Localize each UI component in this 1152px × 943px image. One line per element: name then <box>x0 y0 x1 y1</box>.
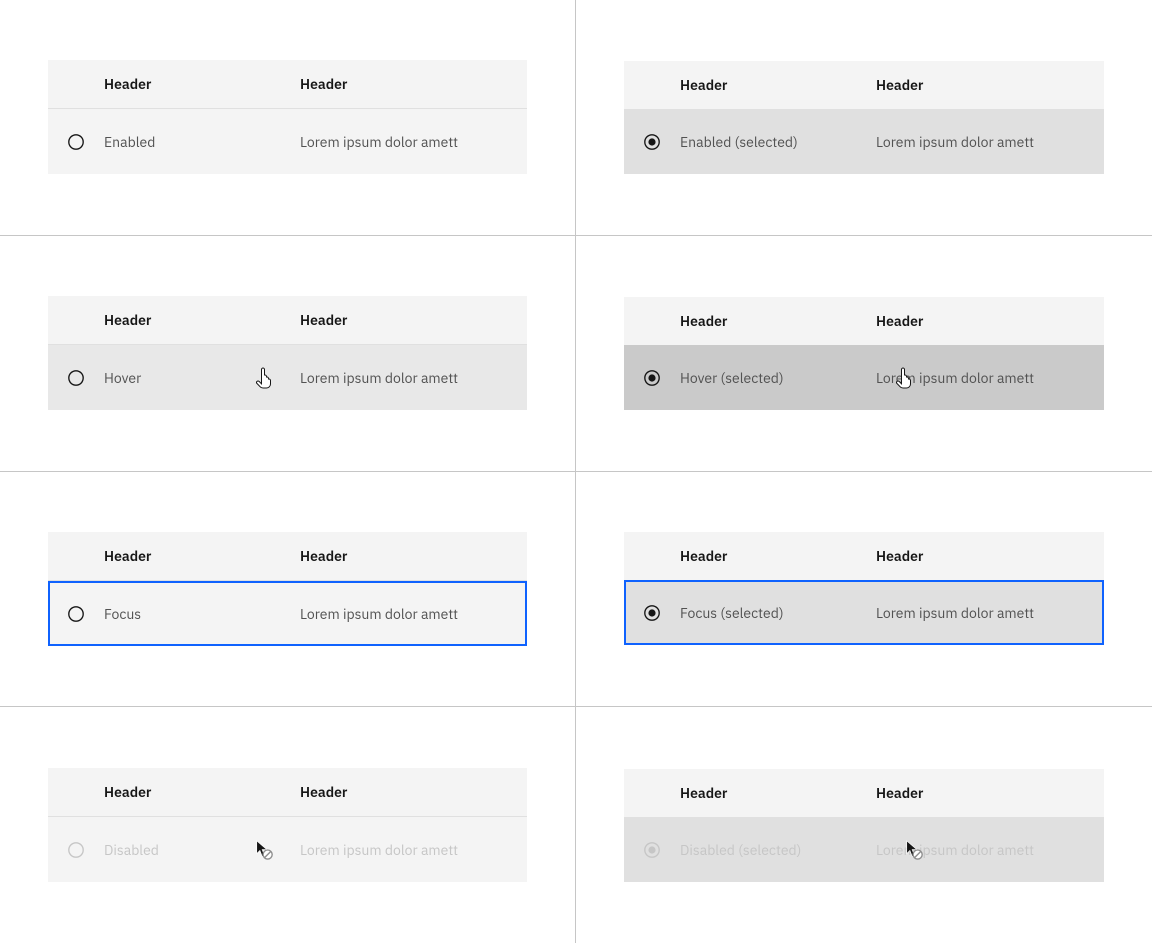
table-header: Header Header <box>624 532 1104 580</box>
table-row[interactable]: Hover (selected) Lorem ipsum dolor amett <box>624 345 1104 410</box>
radio-icon[interactable] <box>67 605 85 623</box>
data-table: Header Header Hover (selected) Lorem ips… <box>624 297 1104 410</box>
row-state: Disabled <box>104 841 300 859</box>
data-table: Header Header Focus (selected) Lorem ips… <box>624 532 1104 645</box>
table-header: Header Header <box>48 60 527 109</box>
table-header: Header Header <box>624 769 1104 817</box>
radio-selected-icon[interactable] <box>643 369 661 387</box>
table-row[interactable]: Enabled (selected) Lorem ipsum dolor ame… <box>624 109 1104 174</box>
header-col-1: Header <box>104 547 300 565</box>
row-state: Enabled (selected) <box>680 133 876 151</box>
data-table: Header Header Enabled (selected) Lorem i… <box>624 61 1104 174</box>
header-col-1: Header <box>680 312 876 330</box>
row-state: Disabled (selected) <box>680 841 876 859</box>
header-col-1: Header <box>104 783 300 801</box>
header-col-2: Header <box>876 76 1104 94</box>
radio-disabled-selected-icon <box>643 841 661 859</box>
radio-icon[interactable] <box>67 133 85 151</box>
table-header: Header Header <box>48 768 527 817</box>
row-content: Lorem ipsum dolor amett <box>876 841 1104 859</box>
cell-hover-selected: Header Header Hover (selected) Lorem ips… <box>576 236 1152 472</box>
row-state: Hover <box>104 369 300 387</box>
table-row[interactable]: Focus (selected) Lorem ipsum dolor amett <box>624 580 1104 645</box>
row-content: Lorem ipsum dolor amett <box>300 369 527 387</box>
row-state: Enabled <box>104 133 300 151</box>
data-table: Header Header Disabled Lorem ipsum dolor… <box>48 768 527 882</box>
cell-hover: Header Header Hover Lorem ipsum dolor am… <box>0 236 576 472</box>
header-col-1: Header <box>104 75 300 93</box>
cell-disabled: Header Header Disabled Lorem ipsum dolor… <box>0 707 576 943</box>
header-col-1: Header <box>680 76 876 94</box>
table-row[interactable]: Enabled Lorem ipsum dolor amett <box>48 109 527 174</box>
header-col-2: Header <box>300 547 527 565</box>
header-col-2: Header <box>876 547 1104 565</box>
cell-focus-selected: Header Header Focus (selected) Lorem ips… <box>576 472 1152 708</box>
cell-focus: Header Header Focus Lorem ipsum dolor am… <box>0 472 576 708</box>
header-col-2: Header <box>876 312 1104 330</box>
header-col-2: Header <box>300 783 527 801</box>
data-table: Header Header Hover Lorem ipsum dolor am… <box>48 296 527 410</box>
row-content: Lorem ipsum dolor amett <box>300 841 527 859</box>
table-header: Header Header <box>48 296 527 345</box>
header-col-1: Header <box>104 311 300 329</box>
data-table: Header Header Enabled Lorem ipsum dolor … <box>48 60 527 174</box>
table-row[interactable]: Focus Lorem ipsum dolor amett <box>48 581 527 646</box>
data-table: Header Header Disabled (selected) Lorem … <box>624 769 1104 882</box>
table-row[interactable]: Hover Lorem ipsum dolor amett <box>48 345 527 410</box>
radio-disabled-icon <box>67 841 85 859</box>
row-content: Lorem ipsum dolor amett <box>300 133 527 151</box>
header-col-2: Header <box>300 75 527 93</box>
radio-icon[interactable] <box>67 369 85 387</box>
table-row: Disabled Lorem ipsum dolor amett <box>48 817 527 882</box>
cell-enabled-selected: Header Header Enabled (selected) Lorem i… <box>576 0 1152 236</box>
table-header: Header Header <box>624 61 1104 109</box>
table-header: Header Header <box>624 297 1104 345</box>
row-state: Focus <box>104 605 300 623</box>
header-col-1: Header <box>680 547 876 565</box>
row-content: Lorem ipsum dolor amett <box>876 369 1104 387</box>
row-state: Focus (selected) <box>680 604 876 622</box>
row-content: Lorem ipsum dolor amett <box>876 604 1104 622</box>
row-content: Lorem ipsum dolor amett <box>876 133 1104 151</box>
header-col-1: Header <box>680 784 876 802</box>
header-col-2: Header <box>876 784 1104 802</box>
cell-enabled: Header Header Enabled Lorem ipsum dolor … <box>0 0 576 236</box>
table-header: Header Header <box>48 532 527 581</box>
cell-disabled-selected: Header Header Disabled (selected) Lorem … <box>576 707 1152 943</box>
radio-selected-icon[interactable] <box>643 133 661 151</box>
row-content: Lorem ipsum dolor amett <box>300 605 527 623</box>
data-table: Header Header Focus Lorem ipsum dolor am… <box>48 532 527 646</box>
radio-selected-icon[interactable] <box>643 604 661 622</box>
row-state: Hover (selected) <box>680 369 876 387</box>
table-row: Disabled (selected) Lorem ipsum dolor am… <box>624 817 1104 882</box>
header-col-2: Header <box>300 311 527 329</box>
